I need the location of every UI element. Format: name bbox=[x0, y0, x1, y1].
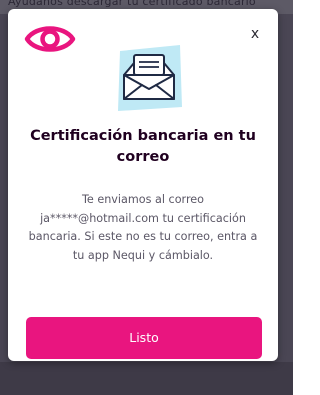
dialog-message: Te enviamos al correo ja*****@hotmail.co… bbox=[28, 193, 258, 262]
dialog-title: Certificación bancaria en tu correo bbox=[30, 128, 256, 165]
confirm-button[interactable]: Listo bbox=[26, 317, 262, 359]
close-button[interactable]: x bbox=[244, 23, 266, 45]
eye-icon bbox=[24, 26, 76, 52]
backdrop-footer bbox=[0, 362, 293, 395]
backdrop-obscured-text: Ayúdanos descargar tu certificado bancar… bbox=[8, 0, 256, 8]
certificate-sent-dialog: x Certificación bancaria en tu correo Te… bbox=[8, 9, 278, 361]
open-envelope-icon bbox=[118, 45, 182, 111]
